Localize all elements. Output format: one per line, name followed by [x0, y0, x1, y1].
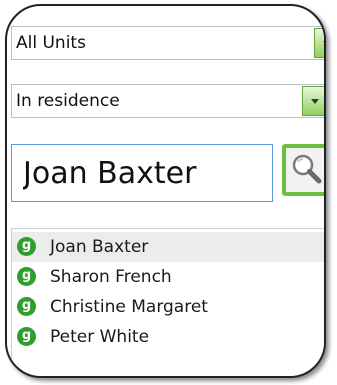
- status-badge-icon: g: [17, 297, 36, 316]
- resident-name: Joan Baxter: [50, 237, 149, 257]
- status-badge-icon: g: [17, 237, 36, 256]
- resident-name: Sharon French: [50, 267, 172, 287]
- resident-name: Peter White: [50, 327, 150, 347]
- list-item[interactable]: g Sharon French: [12, 262, 324, 292]
- status-dropdown-chevron-down-icon[interactable]: [302, 86, 324, 116]
- residence-status-select-value: In residence: [16, 91, 120, 111]
- list-item[interactable]: g Peter White: [12, 322, 324, 352]
- status-badge-icon: g: [17, 327, 36, 346]
- units-dropdown-chevron-down-icon[interactable]: [314, 28, 324, 58]
- list-item[interactable]: g Joan Baxter: [12, 232, 324, 262]
- resident-search-input[interactable]: [11, 144, 273, 202]
- list-item[interactable]: g Christine Margaret: [12, 292, 324, 322]
- resident-search-panel: All Units In residence g Joan Baxter g S…: [5, 4, 326, 378]
- residence-status-select[interactable]: In residence: [11, 84, 324, 118]
- magnifier-icon: [292, 154, 322, 184]
- status-badge-icon: g: [17, 267, 36, 286]
- units-select-value: All Units: [16, 33, 86, 53]
- units-select[interactable]: All Units: [11, 26, 324, 60]
- search-button[interactable]: [282, 144, 324, 196]
- resident-results-list: g Joan Baxter g Sharon French g Christin…: [11, 228, 324, 376]
- resident-name: Christine Margaret: [50, 297, 208, 317]
